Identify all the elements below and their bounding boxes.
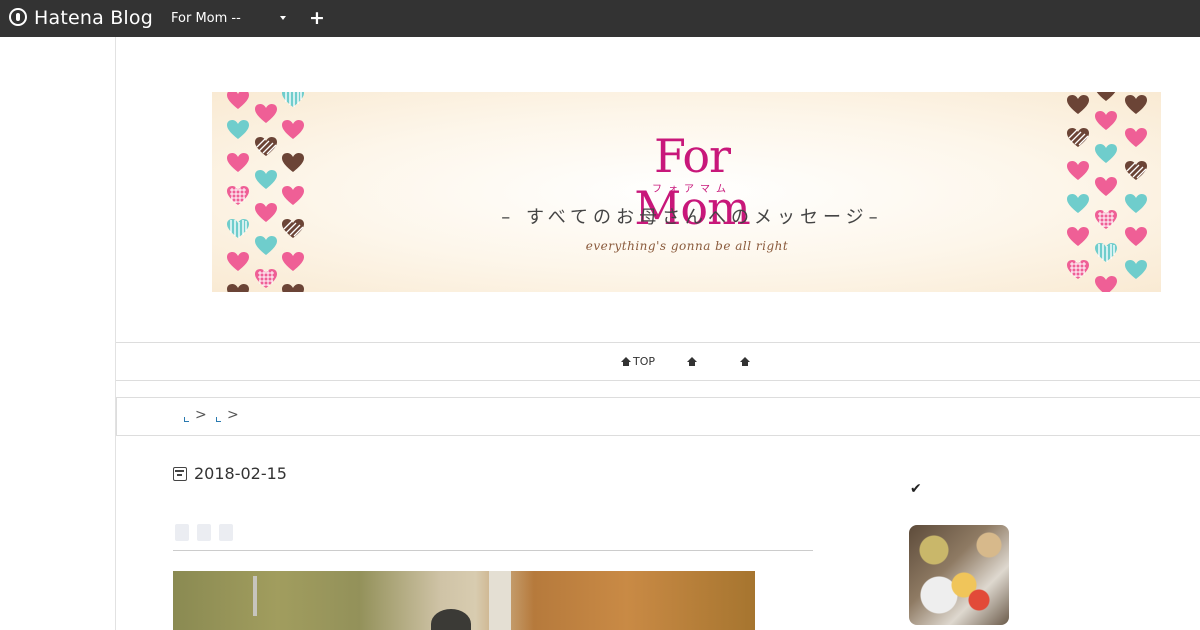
heart-icon xyxy=(282,186,304,206)
nav-item-top[interactable]: TOP xyxy=(621,354,655,370)
heart-icon xyxy=(1095,276,1117,292)
photo-tree-trunk xyxy=(489,571,511,630)
heart-icon xyxy=(227,92,249,110)
heart-icon xyxy=(227,219,249,239)
heart-icon xyxy=(282,219,304,239)
breadcrumb: > > xyxy=(116,397,1200,436)
heart-icon xyxy=(255,269,277,289)
nav-item-label: TOP xyxy=(633,355,656,368)
photo-post xyxy=(253,576,257,616)
sidebar-profile-image[interactable] xyxy=(909,525,1009,625)
chevron-down-icon[interactable] xyxy=(280,16,286,20)
breadcrumb-separator: > xyxy=(195,407,207,423)
heart-icon xyxy=(227,153,249,173)
heart-icon xyxy=(1067,161,1089,181)
entry-title-glyph[interactable] xyxy=(219,524,233,541)
check-icon: ✔ xyxy=(910,481,922,497)
hatena-logo-icon[interactable] xyxy=(9,8,27,26)
heart-icon xyxy=(1125,161,1147,181)
blog-tagline: everything's gonna be all right xyxy=(585,239,789,253)
heart-icon xyxy=(1125,128,1147,148)
heart-icon xyxy=(1067,95,1089,115)
calendar-icon xyxy=(173,467,187,481)
heart-icon xyxy=(282,153,304,173)
photo-bird xyxy=(431,609,471,630)
heart-icon xyxy=(282,252,304,272)
entry-title-glyph[interactable] xyxy=(175,524,189,541)
heart-icon xyxy=(282,92,304,108)
breadcrumb-link[interactable] xyxy=(184,417,189,422)
hatena-blog-logo[interactable]: Hatena Blog xyxy=(34,5,153,31)
home-icon xyxy=(621,357,631,366)
nav-item-3[interactable] xyxy=(740,354,752,370)
blog-subtitle: – すべてのお母さんへのメッセージ– xyxy=(501,207,883,228)
global-nav: TOP xyxy=(116,342,1200,381)
entry-title-glyph[interactable] xyxy=(197,524,211,541)
blog-title-kana: フォアマム xyxy=(652,184,732,195)
heart-icon xyxy=(1095,210,1117,230)
heart-icon xyxy=(1095,144,1117,164)
heart-icon xyxy=(1125,194,1147,214)
heart-icon xyxy=(1067,128,1089,148)
entry-photo xyxy=(173,571,755,630)
heart-icon xyxy=(1067,194,1089,214)
add-entry-button[interactable]: + xyxy=(309,7,325,29)
heart-icon xyxy=(282,120,304,140)
nav-item-2[interactable] xyxy=(687,354,699,370)
blog-header-banner[interactable]: For Mom フォアマム – すべてのお母さんへのメッセージ– everyth… xyxy=(212,92,1161,292)
heart-icon xyxy=(1125,95,1147,115)
heart-icon xyxy=(1095,177,1117,197)
heart-icon xyxy=(227,252,249,272)
heart-icon xyxy=(227,186,249,206)
heart-icon xyxy=(227,284,249,292)
heart-icon xyxy=(1095,92,1117,102)
heart-icon xyxy=(1125,260,1147,280)
heart-icon xyxy=(255,137,277,157)
heart-icon xyxy=(1095,243,1117,263)
heart-icon xyxy=(1125,227,1147,247)
heart-icon xyxy=(227,120,249,140)
heart-icon xyxy=(1067,227,1089,247)
heart-icon xyxy=(282,284,304,292)
home-icon xyxy=(740,357,750,366)
title-divider xyxy=(173,550,813,551)
blog-selector[interactable]: For Mom -- xyxy=(171,10,291,28)
home-icon xyxy=(687,357,697,366)
heart-icon xyxy=(1067,260,1089,280)
heart-icon xyxy=(255,170,277,190)
entry-date[interactable]: 2018-02-15 xyxy=(194,464,287,484)
heart-icon xyxy=(255,104,277,124)
hearts-left-decoration xyxy=(222,92,312,292)
hatena-topbar: Hatena Blog For Mom -- + xyxy=(0,0,1200,37)
breadcrumb-link[interactable] xyxy=(216,417,221,422)
heart-icon xyxy=(1095,111,1117,131)
breadcrumb-separator: > xyxy=(227,407,239,423)
heart-icon xyxy=(255,203,277,223)
hearts-right-decoration xyxy=(1062,92,1152,292)
heart-icon xyxy=(255,236,277,256)
